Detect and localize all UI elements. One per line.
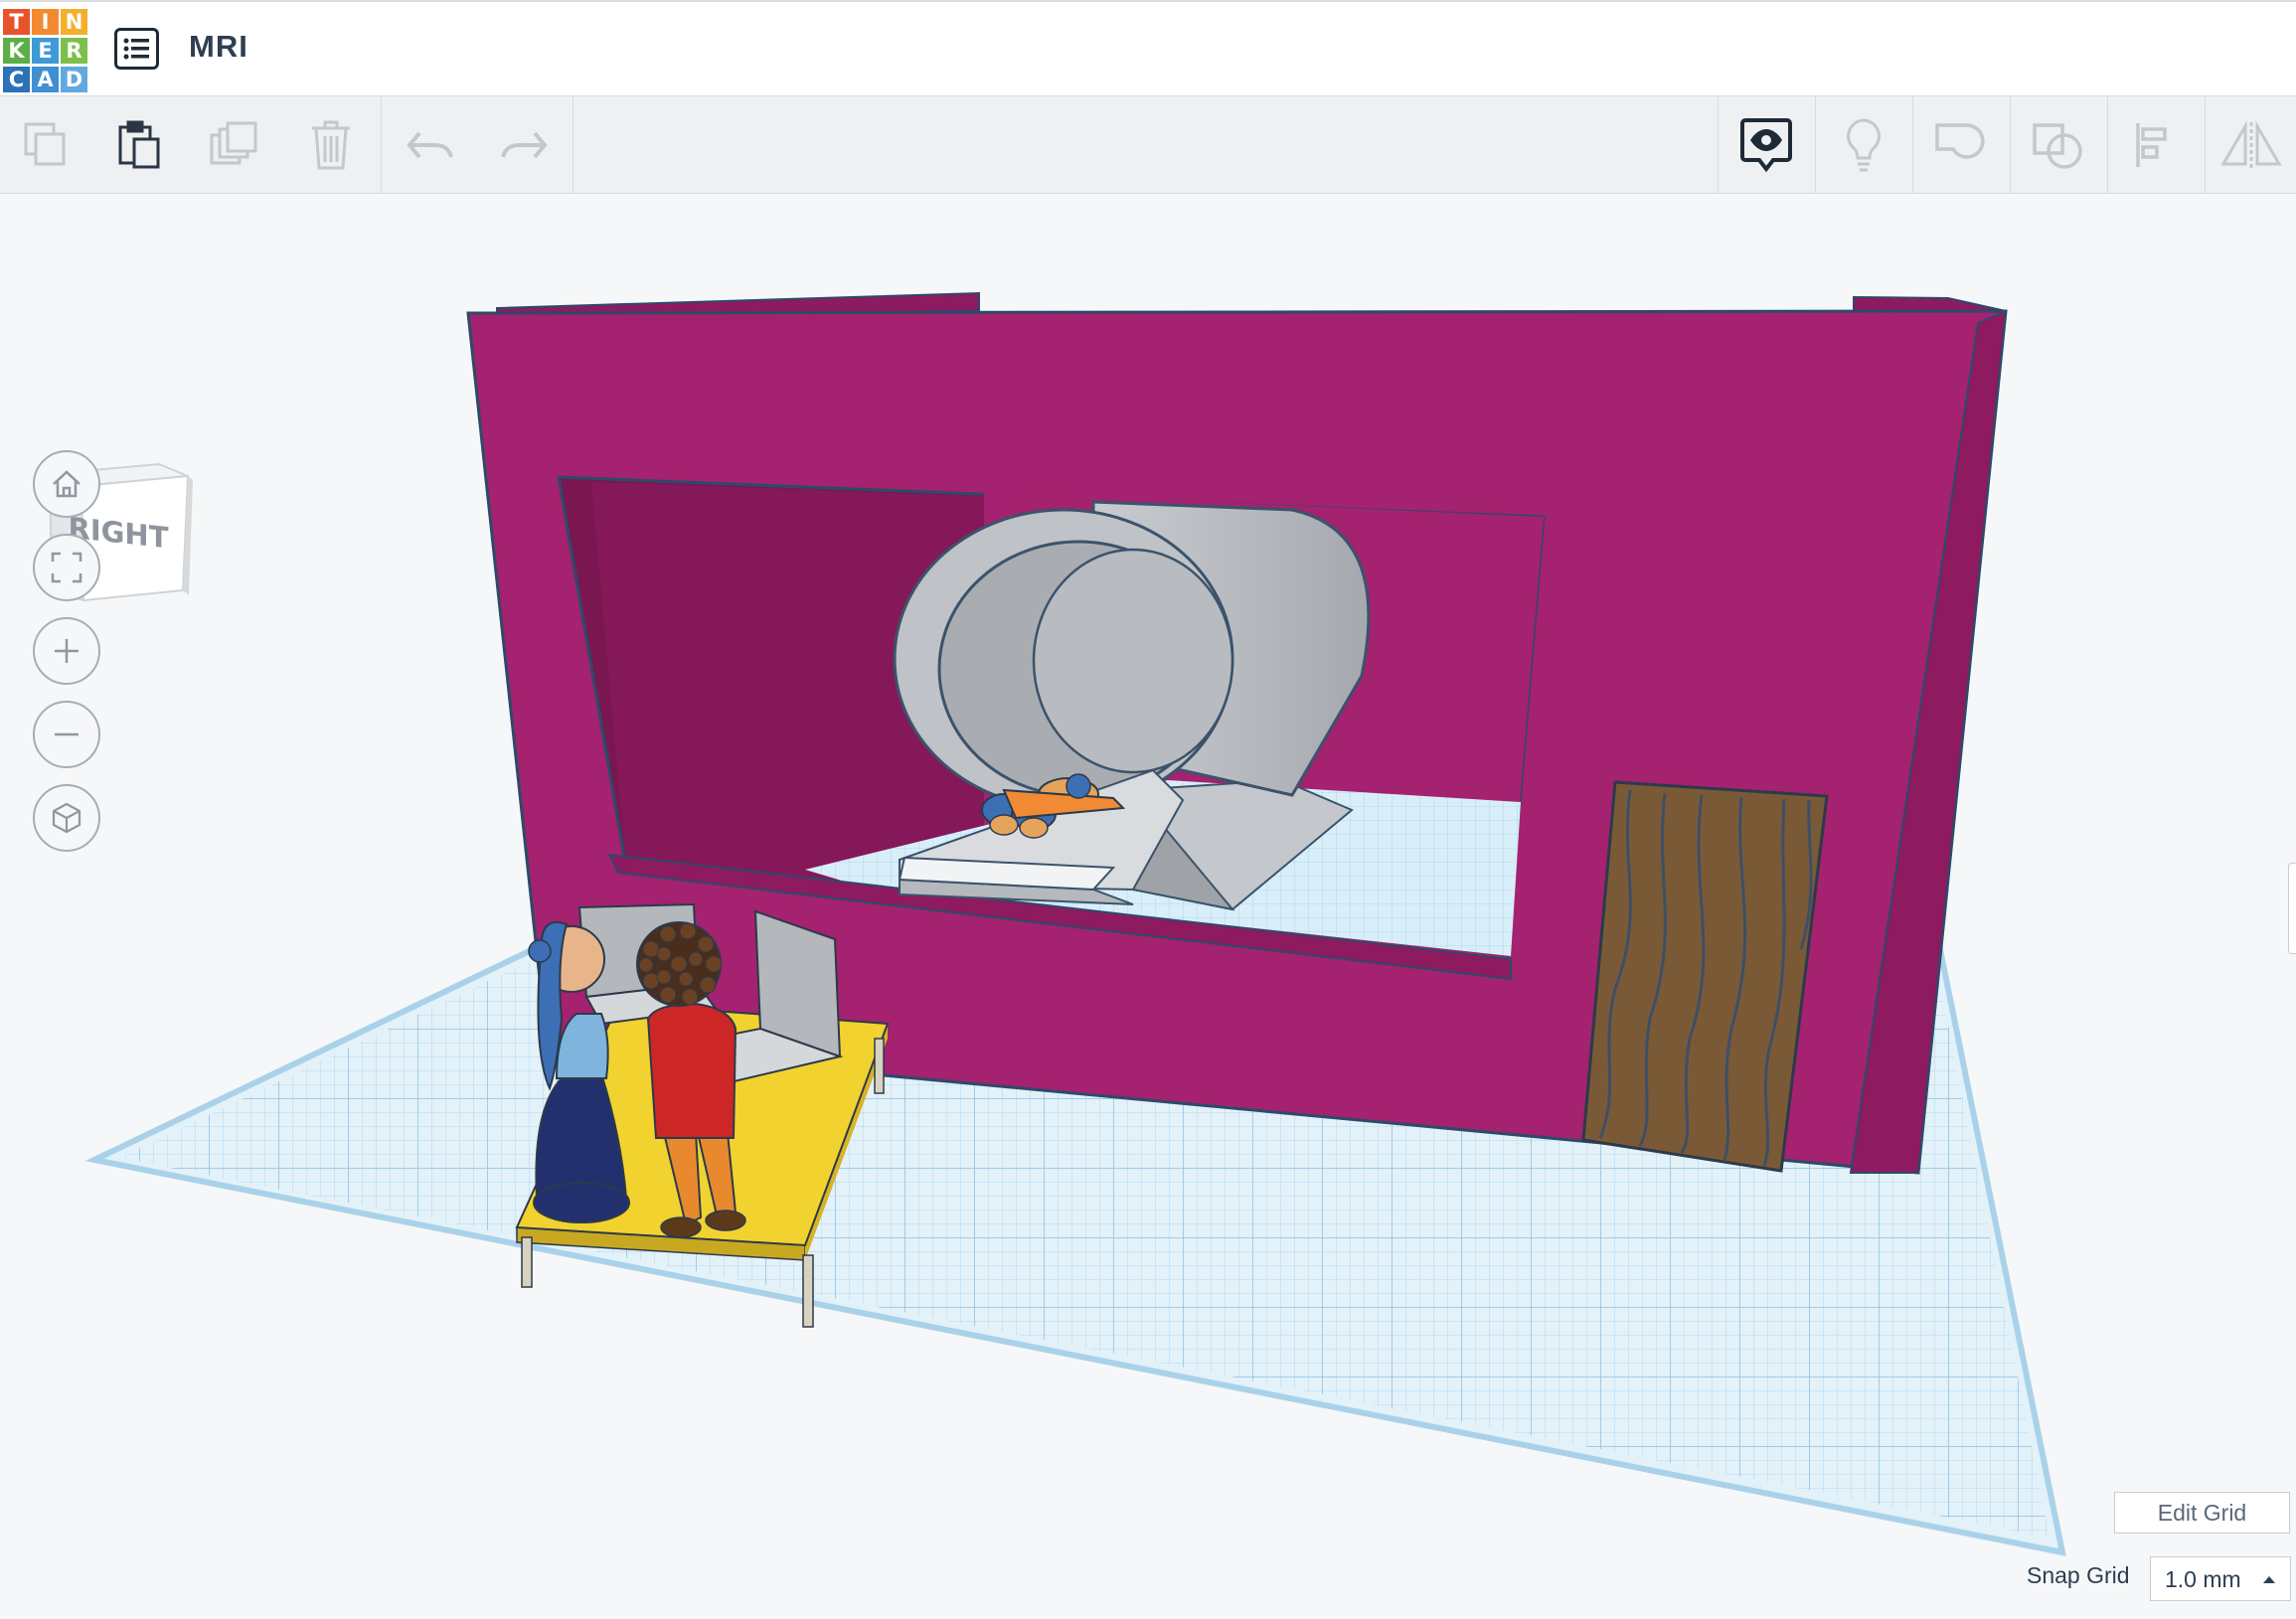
logo-letter-tile: C [3, 67, 30, 92]
logo-letter-tile: T [3, 9, 30, 35]
top-bar: TIN KER CAD MRI [0, 0, 2296, 96]
logo-letter-tile: D [61, 67, 87, 92]
logo-letter-tile: E [32, 38, 59, 64]
logo-letter-tile: K [3, 38, 30, 64]
mirror-icon [2219, 119, 2282, 168]
undo-button[interactable] [384, 96, 477, 193]
fit-view-button[interactable] [33, 534, 100, 601]
minus-icon [55, 732, 79, 736]
redo-icon [501, 131, 548, 158]
snap-grid-value: 1.0 mm [2165, 1566, 2241, 1592]
logo-letter-tile: R [61, 38, 87, 64]
caret-up-icon [2263, 1576, 2275, 1583]
duplicate-icon [210, 121, 257, 164]
workplane-viewport[interactable]: RIGHT [0, 194, 2296, 1614]
zoom-out-button[interactable] [33, 701, 100, 768]
tinkercad-logo[interactable]: TIN KER CAD [3, 9, 90, 94]
trash-icon [312, 120, 350, 169]
notes-toggle-button[interactable] [1719, 96, 1814, 193]
mri-scanner[interactable] [893, 500, 1371, 911]
ungroup-button[interactable] [2011, 96, 2106, 193]
scene-canvas[interactable] [0, 194, 2296, 1614]
logo-letter-tile: A [32, 67, 59, 92]
toolbar-separator [573, 96, 574, 193]
snap-grid-label: Snap Grid [2027, 1562, 2130, 1588]
panel-collapse-tab[interactable] [2288, 863, 2296, 954]
group-button[interactable] [1913, 96, 2009, 193]
undo-icon [407, 131, 453, 158]
home-view-button[interactable] [33, 450, 100, 518]
mirror-button[interactable] [2206, 96, 2296, 193]
align-button[interactable] [2108, 96, 2204, 193]
paste-icon [118, 120, 160, 168]
perspective-toggle-button[interactable] [33, 784, 100, 852]
align-icon [2136, 122, 2167, 167]
group-icon [1935, 122, 1985, 159]
edit-grid-button[interactable]: Edit Grid [2114, 1492, 2290, 1534]
ungroup-icon [2033, 122, 2082, 169]
delete-button[interactable] [284, 96, 378, 193]
home-icon [53, 470, 81, 498]
zoom-in-button[interactable] [33, 617, 100, 685]
logo-letter-tile: I [32, 9, 59, 35]
show-all-button[interactable] [1816, 96, 1911, 193]
document-title[interactable]: MRI [189, 29, 248, 65]
lightbulb-icon [1847, 117, 1881, 171]
eye-bubble-icon [1740, 117, 1792, 172]
paste-button[interactable] [93, 96, 187, 193]
toolbar-separator [381, 96, 382, 193]
snap-grid-select[interactable]: 1.0 mm [2150, 1556, 2291, 1601]
fit-view-icon [51, 552, 82, 583]
redo-button[interactable] [477, 96, 571, 193]
design-menu-button[interactable] [114, 28, 159, 70]
list-icon [123, 38, 149, 60]
logo-letter-tile: N [61, 9, 87, 35]
plus-icon [55, 639, 79, 663]
perspective-cube-icon [52, 802, 82, 834]
copy-button[interactable] [0, 96, 93, 193]
duplicate-button[interactable] [189, 96, 282, 193]
edit-toolbar [0, 96, 2296, 194]
copy-icon [24, 122, 66, 165]
